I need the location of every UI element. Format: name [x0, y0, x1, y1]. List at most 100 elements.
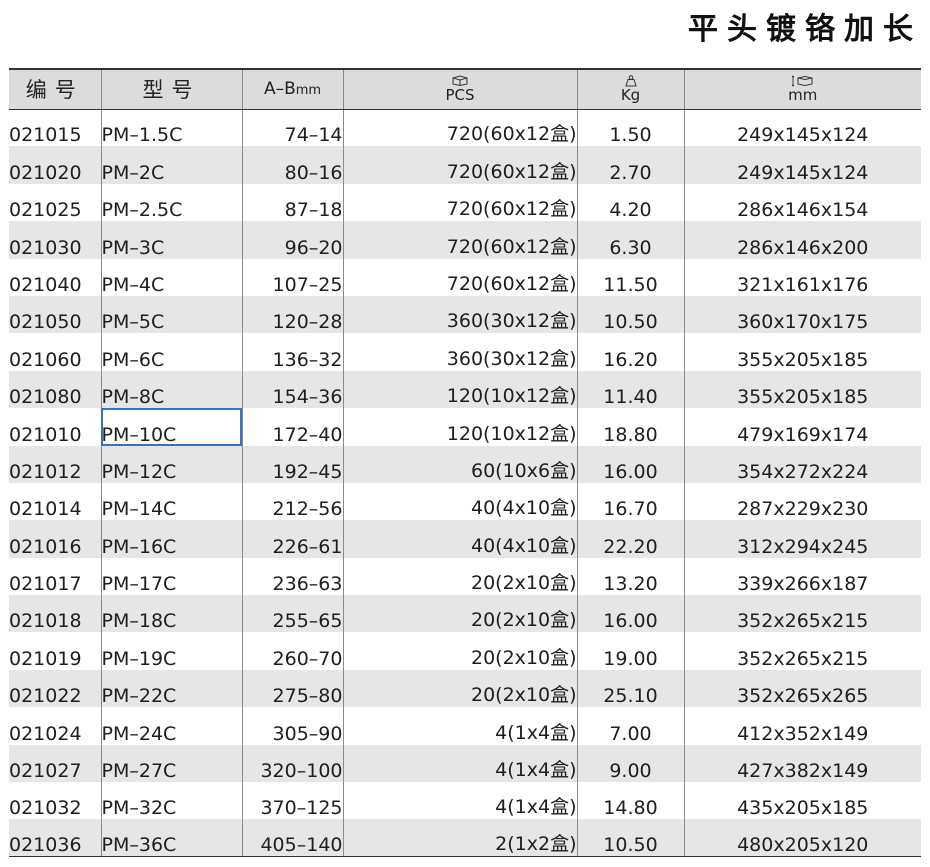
table-row[interactable]: 021040 PM–4C 107–25 720(60x12盒) 11.50 321x161… — [9, 258, 921, 296]
cell-model[interactable]: PM–32C — [100, 782, 242, 820]
cell-pcs[interactable]: 2(1x2盒) — [342, 819, 577, 858]
cell-model[interactable]: PM–6C — [100, 333, 242, 371]
table-row[interactable]: 021025 PM–2.5C 87–18 720(60x12盒) 4.20 286x146… — [9, 183, 921, 222]
cell-code[interactable]: 021030 — [9, 221, 101, 259]
cell-code[interactable]: 021018 — [9, 595, 101, 632]
cell-pcs[interactable]: 720(60x12盒) — [342, 109, 577, 147]
cell-dimensions[interactable]: 427x382x149 — [683, 744, 921, 783]
cell-dimensions[interactable]: 480x205x120 — [683, 819, 921, 858]
cell-pcs[interactable]: 20(2x10盒) — [342, 632, 577, 670]
cell-ab[interactable]: 226–61 — [241, 520, 343, 558]
cell-code[interactable]: 021040 — [9, 259, 101, 296]
cell-weight[interactable]: 16.00 — [576, 595, 684, 633]
cell-pcs[interactable]: 360(30x12盒) — [342, 295, 577, 334]
table-row[interactable]: 021012 PM–12C 192–45 60(10x6盒) 16.00 354x272x… — [9, 445, 921, 483]
header-pcs[interactable]: PCS — [342, 68, 577, 110]
table-row[interactable]: 021017 PM–17C 236–63 20(2x10盒) 13.20 339x266x… — [9, 557, 921, 596]
cell-ab[interactable]: 120–28 — [241, 295, 343, 334]
cell-weight[interactable]: 6.30 — [576, 221, 684, 259]
cell-dimensions[interactable]: 249x145x124 — [683, 146, 921, 184]
cell-dimensions[interactable]: 352x265x215 — [683, 632, 921, 670]
cell-ab[interactable]: 136–32 — [241, 333, 343, 371]
cell-dimensions[interactable]: 352x265x265 — [683, 669, 921, 708]
cell-pcs[interactable]: 4(1x4盒) — [342, 707, 577, 745]
table-row[interactable]: 021018 PM–18C 255–65 20(2x10盒) 16.00 352x265x… — [9, 595, 921, 633]
table-row[interactable]: 021016 PM–16C 226–61 40(4x10盒) 22.20 312x294x… — [9, 520, 921, 558]
cell-model[interactable]: PM–10C — [100, 408, 242, 446]
table-row[interactable]: 021014 PM–14C 212–56 40(4x10盒) 16.70 287x229x… — [9, 482, 921, 521]
cell-dimensions[interactable]: 360x170x175 — [683, 295, 921, 334]
cell-weight[interactable]: 18.80 — [576, 408, 684, 446]
table-row[interactable]: 021022 PM–22C 275–80 20(2x10盒) 25.10 352x265x… — [9, 669, 921, 708]
cell-ab[interactable]: 212–56 — [241, 482, 343, 521]
table-row[interactable]: 021020 PM–2C 80–16 720(60x12盒) 2.70 249x145x1… — [9, 146, 921, 184]
cell-weight[interactable]: 16.70 — [576, 482, 684, 521]
cell-ab[interactable]: 107–25 — [241, 258, 343, 296]
cell-dimensions[interactable]: 286x146x200 — [683, 221, 921, 259]
cell-dimensions[interactable]: 321x161x176 — [683, 258, 921, 296]
cell-weight[interactable]: 13.20 — [576, 557, 684, 596]
table-row[interactable]: 021060 PM–6C 136–32 360(30x12盒) 16.20 355x205… — [9, 333, 921, 371]
cell-ab[interactable]: 255–65 — [241, 595, 343, 633]
cell-model[interactable]: PM–12C — [100, 445, 242, 483]
cell-weight[interactable]: 16.20 — [576, 333, 684, 371]
cell-dimensions[interactable]: 286x146x154 — [683, 183, 921, 222]
cell-ab[interactable]: 87–18 — [241, 183, 343, 222]
cell-dimensions[interactable]: 435x205x185 — [683, 782, 921, 820]
table-row[interactable]: 021019 PM–19C 260–70 20(2x10盒) 19.00 352x265x… — [9, 632, 921, 670]
cell-model[interactable]: PM–16C — [100, 520, 242, 558]
cell-code[interactable]: 021050 — [9, 296, 101, 333]
cell-pcs[interactable]: 120(10x12盒) — [342, 370, 577, 409]
cell-code[interactable]: 021020 — [9, 146, 101, 184]
cell-weight[interactable]: 25.10 — [576, 669, 684, 708]
cell-dimensions[interactable]: 352x265x215 — [683, 595, 921, 633]
cell-pcs[interactable]: 720(60x12盒) — [342, 258, 577, 296]
cell-ab[interactable]: 305–90 — [241, 707, 343, 745]
cell-model[interactable]: PM–22C — [100, 669, 242, 708]
table-row[interactable]: 021015 PM–1.5C 74–14 720(60x12盒) 1.50 249x145… — [9, 109, 921, 147]
cell-pcs[interactable]: 120(10x12盒) — [342, 408, 577, 446]
cell-model[interactable]: PM–14C — [100, 482, 242, 521]
cell-dimensions[interactable]: 355x205x185 — [683, 333, 921, 371]
cell-pcs[interactable]: 20(2x10盒) — [342, 557, 577, 596]
cell-weight[interactable]: 4.20 — [576, 183, 684, 222]
cell-model[interactable]: PM–2C — [100, 146, 242, 184]
cell-dimensions[interactable]: 312x294x245 — [683, 520, 921, 558]
cell-model[interactable]: PM–4C — [100, 258, 242, 296]
cell-code[interactable]: 021012 — [9, 446, 101, 483]
cell-dimensions[interactable]: 354x272x224 — [683, 445, 921, 483]
cell-code[interactable]: 021010 — [9, 408, 101, 446]
cell-model[interactable]: PM–18C — [100, 595, 242, 633]
cell-ab[interactable]: 275–80 — [241, 669, 343, 708]
table-row[interactable]: 021027 PM–27C 320–100 4(1x4盒) 9.00 427x382x14… — [9, 744, 921, 783]
cell-pcs[interactable]: 40(4x10盒) — [342, 482, 577, 521]
cell-pcs[interactable]: 4(1x4盒) — [342, 744, 577, 783]
cell-weight[interactable]: 10.50 — [576, 295, 684, 334]
cell-ab[interactable]: 192–45 — [241, 445, 343, 483]
cell-code[interactable]: 021024 — [9, 707, 101, 745]
cell-ab[interactable]: 260–70 — [241, 632, 343, 670]
cell-pcs[interactable]: 720(60x12盒) — [342, 183, 577, 222]
table-row[interactable]: 021030 PM–3C 96–20 720(60x12盒) 6.30 286x146x2… — [9, 221, 921, 259]
cell-model[interactable]: PM–8C — [100, 370, 242, 409]
cell-ab[interactable]: 74–14 — [241, 109, 343, 147]
cell-model[interactable]: PM–3C — [100, 221, 242, 259]
cell-model[interactable]: PM–36C — [100, 819, 242, 858]
cell-weight[interactable]: 11.40 — [576, 370, 684, 409]
cell-code[interactable]: 021014 — [9, 483, 101, 520]
cell-code[interactable]: 021022 — [9, 670, 101, 707]
cell-code[interactable]: 021032 — [9, 782, 101, 819]
cell-weight[interactable]: 16.00 — [576, 445, 684, 483]
cell-code[interactable]: 021015 — [9, 109, 101, 146]
cell-code[interactable]: 021080 — [9, 371, 101, 408]
cell-model[interactable]: PM–27C — [100, 744, 242, 783]
cell-code[interactable]: 021025 — [9, 184, 101, 221]
header-dimensions[interactable]: mm — [683, 68, 921, 110]
cell-weight[interactable]: 7.00 — [576, 707, 684, 745]
table-row[interactable]: 021024 PM–24C 305–90 4(1x4盒) 7.00 412x352x149 — [9, 707, 921, 745]
cell-model[interactable]: PM–19C — [100, 632, 242, 670]
cell-ab[interactable]: 172–40 — [241, 408, 343, 446]
cell-model[interactable]: PM–17C — [100, 557, 242, 596]
cell-model[interactable]: PM–24C — [100, 707, 242, 745]
cell-ab[interactable]: 320–100 — [241, 744, 343, 783]
